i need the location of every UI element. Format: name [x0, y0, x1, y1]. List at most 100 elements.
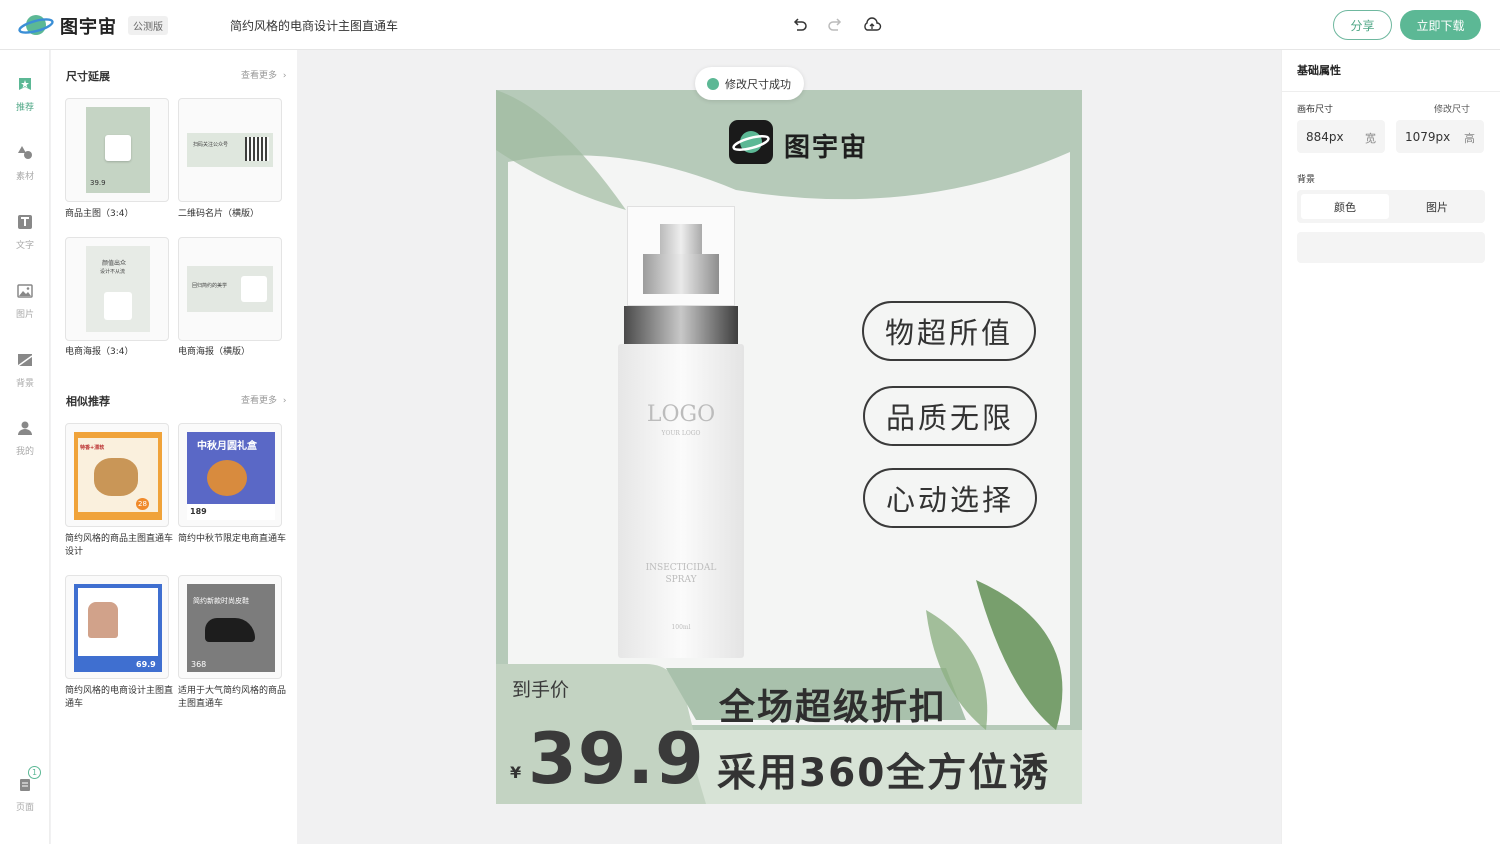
width-value[interactable]: 884px — [1306, 130, 1344, 144]
similar-title: 相似推荐 — [66, 395, 110, 408]
divider — [1282, 91, 1500, 92]
nav-label: 素材 — [15, 172, 34, 182]
nav-label: 我的 — [15, 447, 34, 457]
template-card-label: 简约风格的电商设计主图直通车 — [65, 686, 174, 709]
template-card-label: 适用于大气简约风格的商品主图直通车 — [178, 686, 287, 709]
template-card-poster-portrait[interactable]: 颜值出众 设计不从流 — [65, 237, 169, 341]
check-circle-icon — [707, 77, 719, 90]
thumb-text: 特香+漂软 — [80, 445, 105, 451]
template-thumbnail: 颜值出众 设计不从流 — [86, 246, 150, 332]
bottle-logo-text: LOGO — [646, 402, 716, 427]
undo-icon[interactable] — [789, 15, 809, 35]
redo-icon[interactable] — [826, 15, 846, 35]
nav-item-material[interactable]: 素材 — [0, 145, 50, 182]
nav-label: 推荐 — [15, 103, 34, 113]
left-nav: 推荐 素材 文字 图片 背景 我的 页面 1 — [0, 50, 50, 844]
slogan-tag-2[interactable]: 品质无限 — [863, 386, 1037, 446]
thumb-price: 69.9 — [136, 660, 156, 669]
price-value[interactable]: 39.9 — [528, 718, 705, 800]
download-button[interactable]: 立即下载 — [1400, 10, 1481, 40]
width-unit: 宽 — [1365, 132, 1376, 145]
thumb-text: 简约新款时尚皮鞋 — [193, 597, 249, 605]
top-bar: 图宇宙 公测版 简约风格的电商设计主图直通车 分享 立即下载 — [0, 0, 1500, 50]
qr-code-icon — [245, 137, 269, 161]
background-color-picker[interactable] — [1297, 232, 1485, 263]
slogan-tag-3[interactable]: 心动选择 — [863, 468, 1037, 528]
bottle-volume-text: 100ml — [671, 624, 691, 631]
size-extend-title: 尺寸延展 — [66, 70, 110, 83]
similar-more-link[interactable]: 查看更多 › — [241, 393, 287, 406]
slogan-tag-1[interactable]: 物超所值 — [862, 301, 1036, 361]
recommend-icon — [19, 78, 31, 90]
nav-item-text[interactable]: 文字 — [0, 214, 50, 251]
image-icon — [17, 284, 33, 298]
template-thumbnail: 中秋月圆礼盒 189 — [187, 432, 275, 520]
brand-name[interactable]: 图宇宙 — [60, 13, 117, 39]
text-icon — [18, 215, 32, 229]
bg-option-image[interactable]: 图片 — [1393, 194, 1481, 219]
template-card-shoes[interactable]: 简约新款时尚皮鞋 368 — [178, 575, 282, 679]
nav-item-recommend[interactable]: 推荐 — [0, 76, 50, 113]
canvas-brand-logo-icon[interactable] — [729, 120, 773, 164]
thumb-text: 颜值出众 — [102, 260, 127, 267]
thumb-price: 189 — [190, 507, 207, 516]
cloud-save-icon[interactable] — [862, 15, 882, 35]
height-field[interactable]: 1079px 高 — [1396, 120, 1484, 153]
template-card-label: 电商海报（3:4） — [65, 347, 134, 357]
thumb-price: 39.9 — [90, 179, 106, 187]
document-title[interactable]: 简约风格的电商设计主图直通车 — [230, 17, 398, 34]
price-label[interactable]: 到手价 — [512, 675, 569, 702]
pages-count-badge: 1 — [28, 766, 41, 779]
chevron-right-icon: › — [282, 396, 287, 406]
width-field[interactable]: 884px 宽 — [1297, 120, 1385, 153]
nav-label: 背景 — [15, 379, 34, 389]
canvas-size-label: 画布尺寸 — [1297, 105, 1334, 115]
nav-item-pages[interactable]: 页面 1 — [0, 766, 50, 813]
promo-headline[interactable]: 全场超级折扣 — [719, 678, 947, 730]
thumb-text: 设计不从流 — [100, 269, 126, 275]
planet-logo-icon[interactable] — [18, 11, 54, 39]
height-value[interactable]: 1079px — [1405, 130, 1450, 144]
more-label: 查看更多 — [241, 396, 278, 406]
thumb-price: 368 — [191, 660, 207, 669]
canvas-brand-name[interactable]: 图宇宙 — [784, 127, 868, 164]
promo-subline[interactable]: 采用360全方位诱 — [717, 742, 1050, 798]
nav-item-image[interactable]: 图片 — [0, 283, 50, 320]
template-thumbnail: 回归简约的美学 — [187, 266, 273, 312]
success-toast: 修改尺寸成功 — [695, 67, 804, 100]
modify-size-link[interactable]: 修改尺寸 — [1434, 102, 1470, 115]
template-card-label: 二维码名片（横版） — [178, 209, 260, 219]
product-bottle[interactable]: LOGO YOUR LOGO INSECTICIDAL SPRAY 100ml — [618, 206, 744, 658]
template-thumbnail: 扫码关注公众号 — [187, 133, 273, 167]
template-card-mooncake[interactable]: 中秋月圆礼盒 189 — [178, 423, 282, 527]
chevron-right-icon: › — [282, 71, 287, 81]
pages-icon — [20, 779, 30, 791]
template-card-label: 电商海报（横版） — [178, 347, 251, 357]
template-card-chair[interactable]: 69.9 — [65, 575, 169, 679]
template-card-product-main[interactable]: 39.9 — [65, 98, 169, 202]
thumb-text: 回归简约的美学 — [192, 283, 228, 289]
properties-title: 基础属性 — [1297, 64, 1341, 77]
nav-item-background[interactable]: 背景 — [0, 352, 50, 389]
bg-option-color[interactable]: 颜色 — [1301, 194, 1389, 219]
currency-symbol[interactable]: ¥ — [510, 763, 521, 782]
template-card-poster-landscape[interactable]: 回归简约的美学 — [178, 237, 282, 341]
nav-item-mine[interactable]: 我的 — [0, 420, 50, 457]
nav-label: 图片 — [15, 310, 34, 320]
nav-label: 文字 — [15, 241, 34, 251]
template-card-bread[interactable]: 特香+漂软 28 — [65, 423, 169, 527]
user-icon — [18, 421, 32, 435]
toast-message: 修改尺寸成功 — [725, 77, 791, 91]
design-canvas[interactable]: 图宇宙 LOGO YOUR LOGO INSECTICIDAL SPRAY 10… — [496, 90, 1082, 804]
background-icon — [17, 354, 33, 367]
beta-badge: 公测版 — [128, 16, 168, 35]
template-card-label: 简约中秋节限定电商直通车 — [178, 534, 287, 544]
background-label: 背景 — [1297, 175, 1316, 185]
background-type-toggle: 颜色 图片 — [1297, 190, 1485, 223]
share-button[interactable]: 分享 — [1333, 10, 1392, 40]
thumb-price: 28 — [136, 498, 149, 510]
size-extend-more-link[interactable]: 查看更多 › — [241, 68, 287, 81]
material-icon — [18, 146, 32, 159]
template-card-qr-card[interactable]: 扫码关注公众号 — [178, 98, 282, 202]
thumb-text: 扫码关注公众号 — [193, 142, 229, 148]
